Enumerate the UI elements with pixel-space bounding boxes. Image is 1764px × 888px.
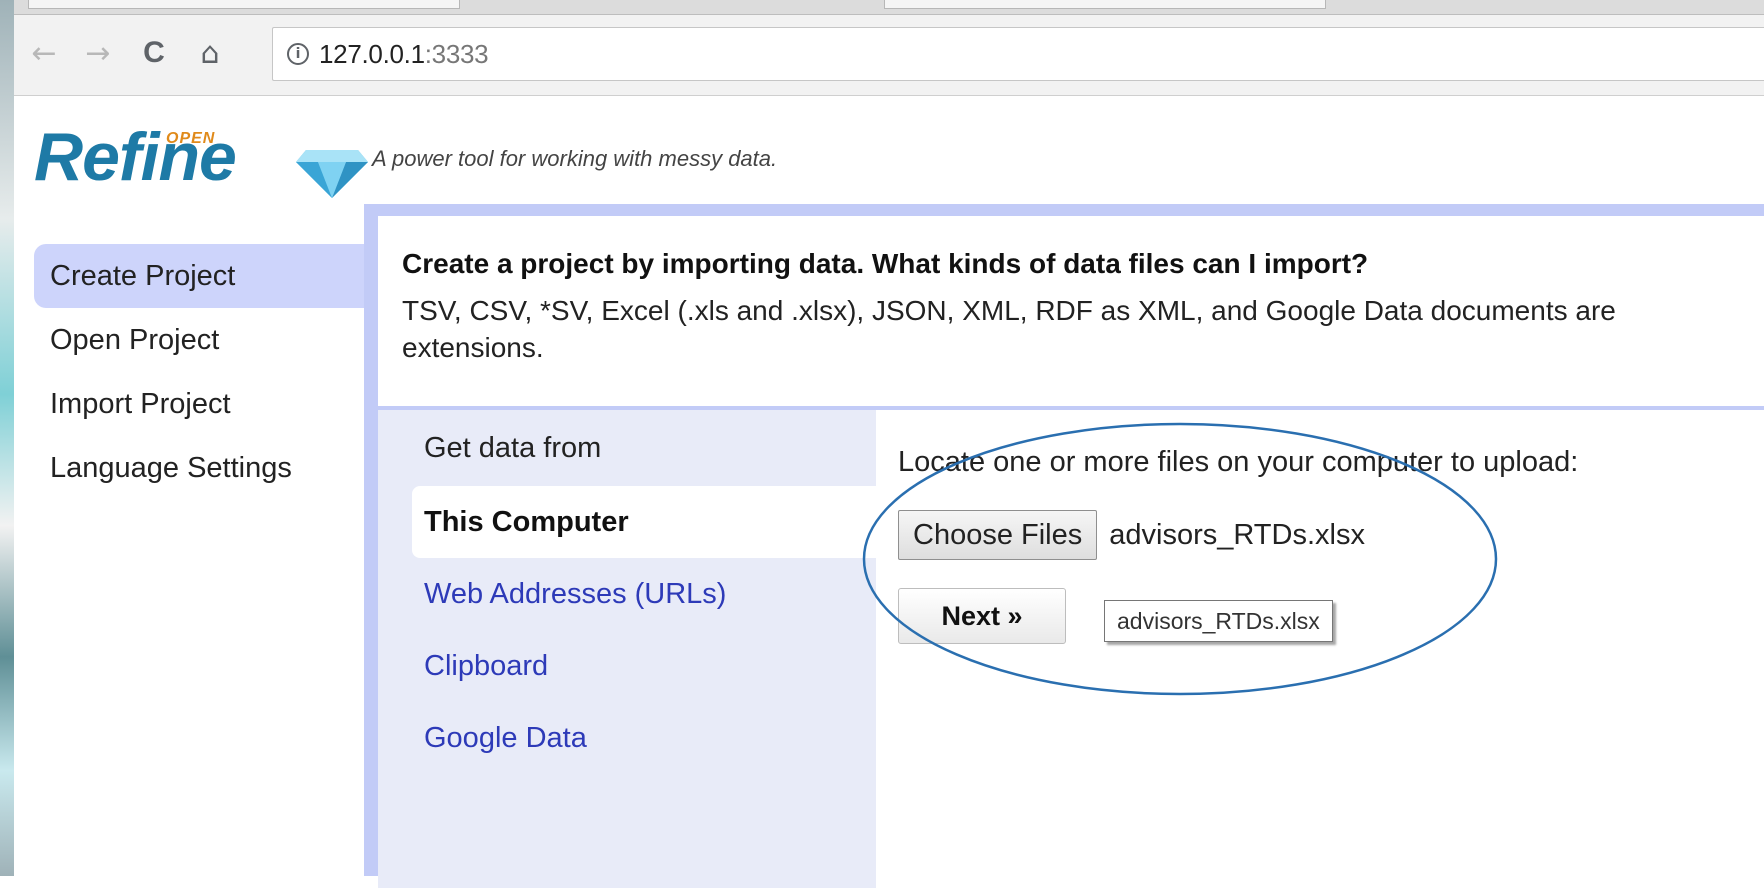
info-icon[interactable]: i — [287, 43, 309, 65]
browser-tab[interactable] — [884, 0, 1326, 9]
url-text: 127.0.0.1:3333 — [319, 38, 489, 70]
file-input-row: Choose Files advisors_RTDs.xlsx — [898, 510, 1365, 560]
browser-tab[interactable] — [28, 0, 460, 9]
openrefine-logo[interactable]: Refine OPEN — [34, 118, 368, 208]
source-clipboard[interactable]: Clipboard — [412, 630, 876, 702]
left-navigation: Create Project Open Project Import Proje… — [34, 244, 364, 500]
data-source-list: Get data from This Computer Web Addresse… — [378, 410, 876, 888]
intro-section: Create a project by importing data. What… — [402, 248, 1764, 366]
diamond-icon — [296, 150, 368, 198]
sources-heading: Get data from — [424, 432, 602, 464]
address-bar[interactable]: i 127.0.0.1:3333 — [272, 27, 1764, 81]
back-icon[interactable]: ← — [24, 33, 64, 73]
desktop-edge — [0, 0, 14, 876]
source-this-computer[interactable]: This Computer — [412, 486, 876, 558]
source-google-data[interactable]: Google Data — [412, 702, 876, 774]
upload-prompt: Locate one or more files on your compute… — [898, 446, 1579, 478]
source-web-addresses[interactable]: Web Addresses (URLs) — [412, 558, 876, 630]
logo-superscript: OPEN — [166, 130, 216, 147]
selected-file-name: advisors_RTDs.xlsx — [1109, 518, 1365, 551]
upload-panel: Locate one or more files on your compute… — [876, 410, 1764, 888]
reload-icon[interactable]: C — [134, 33, 174, 73]
create-project-panel: Create a project by importing data. What… — [364, 204, 1764, 888]
nav-item-import-project[interactable]: Import Project — [34, 372, 364, 436]
nav-item-language-settings[interactable]: Language Settings — [34, 436, 364, 500]
choose-files-button[interactable]: Choose Files — [898, 510, 1098, 560]
url-port: :3333 — [424, 38, 489, 69]
browser-toolbar: ← → C ⌂ i 127.0.0.1:3333 — [14, 15, 1764, 96]
tagline: A power tool for working with messy data… — [372, 146, 778, 171]
nav-item-open-project[interactable]: Open Project — [34, 308, 364, 372]
file-tooltip: advisors_RTDs.xlsx — [1104, 600, 1333, 642]
home-icon[interactable]: ⌂ — [190, 33, 230, 73]
next-button[interactable]: Next » — [898, 588, 1066, 644]
tab-strip — [14, 0, 1764, 15]
intro-title: Create a project by importing data. What… — [402, 248, 1369, 279]
nav-item-create-project[interactable]: Create Project — [34, 244, 364, 308]
forward-icon[interactable]: → — [78, 33, 118, 73]
intro-description: TSV, CSV, *SV, Excel (.xls and .xlsx), J… — [402, 295, 1616, 363]
url-host: 127.0.0.1 — [319, 38, 425, 69]
